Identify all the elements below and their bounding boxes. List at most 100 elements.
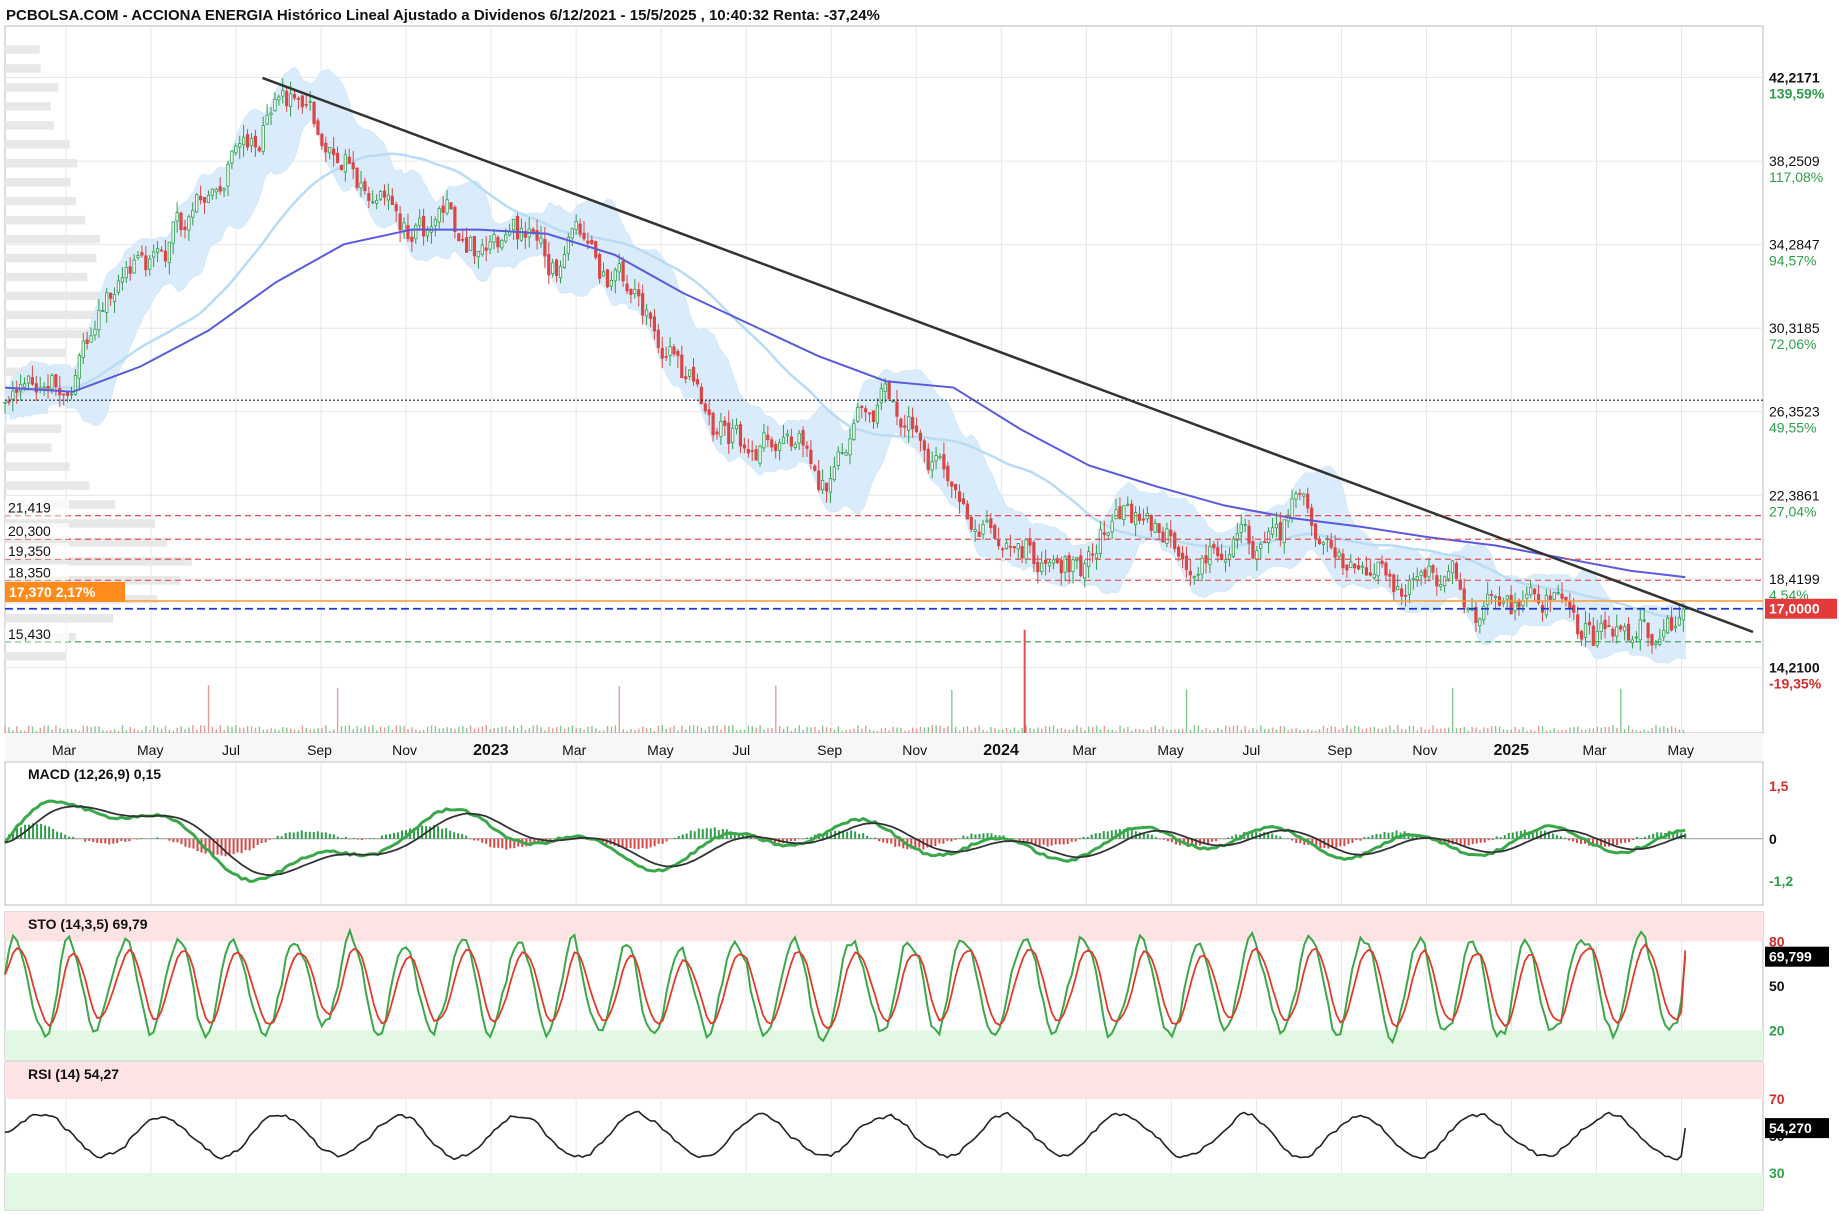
candle-body [672,346,676,355]
volume-bar [133,728,135,733]
candle-body [1654,642,1658,645]
volume-bar [211,726,214,733]
volume-bar [1651,727,1653,733]
volume-bar [1530,729,1532,733]
candle-body [680,354,684,379]
macd-histogram-bar [1499,837,1502,839]
volume-bar [309,729,311,733]
candle-body [511,219,516,230]
candle-body [504,234,508,242]
macd-histogram-bar [982,833,985,839]
level-label: 18,350 [8,564,51,580]
macd-histogram-bar [120,838,123,841]
price-panel: 21,419 20,300 19,350 18,350 15,430 17,370 2,1… [3,25,1837,734]
candle-body [191,209,195,218]
candle-body [1294,493,1298,500]
volume-bar [286,727,288,733]
candle-body [965,503,969,520]
volume-profile-bar [5,614,114,623]
candle-body [1044,559,1048,564]
volume-bar [1635,730,1638,733]
volume-bar [1095,725,1098,733]
volume-bar [1158,729,1160,733]
candle-body [1188,570,1192,576]
volume-bar [1506,729,1509,733]
candle-body [1419,571,1423,576]
candle-body [1153,523,1157,533]
macd-histogram-bar [954,838,957,840]
x-tick-label: Sep [307,742,332,758]
candle-body [1392,574,1396,593]
volume-bar [1025,725,1027,733]
volume-bar [403,725,405,733]
candle-body [261,125,265,152]
candle-body [558,265,563,279]
macd-panel-frame [4,761,1764,906]
candle-body [1372,573,1376,579]
macd-histogram-bar [308,831,311,839]
chart-title: PCBOLSA.COM - ACCIONA ENERGIA Histórico … [6,7,880,24]
volume-bar [1432,725,1434,733]
candle-body [676,351,680,356]
macd-histogram-bar [1487,838,1490,841]
macd-histogram-bar [248,838,251,851]
volume-bar [27,725,30,733]
candle-body [187,216,191,231]
candle-body [766,434,770,440]
volume-bar [1005,727,1008,733]
candle-body [222,187,226,191]
macd-histogram-bar [172,838,175,843]
volume-bar [1099,729,1102,733]
candle-body [1454,563,1458,579]
candle-body [253,135,257,148]
candle-body [1474,607,1478,623]
candle-body [242,136,246,146]
macd-histogram-bar [1162,838,1165,840]
volume-bar [1408,726,1411,733]
macd-histogram-bar [1022,838,1025,841]
x-tick-label: 2023 [473,742,509,759]
candle-body [155,248,160,253]
volume-bar [1440,728,1442,733]
candle-body [1032,542,1036,565]
volume-bar [1037,727,1039,733]
volume-bar [74,729,77,733]
volume-bar [1178,729,1180,733]
macd-histogram-bar [978,833,981,839]
volume-bar [540,727,542,733]
volume-bar [1181,728,1184,733]
volume-bar [908,730,910,733]
macd-histogram-bar [890,838,893,844]
volume-bar [1401,728,1403,733]
volume-bar [1424,729,1426,733]
volume-bar [219,725,221,733]
macd-histogram-bar [1038,838,1041,847]
candle-body [1509,594,1513,615]
volume-bar [376,730,378,733]
volume-bar [1518,729,1520,733]
candle-body [860,405,864,408]
macd-histogram-bar [1571,838,1574,842]
volume-bar [638,728,640,733]
volume-bar [1514,726,1516,733]
macd-histogram-bar [28,824,31,839]
candle-body [1239,524,1243,533]
candle-body [54,374,58,387]
volume-bar [1252,727,1254,733]
macd-histogram-bar [1628,838,1631,843]
volume-bar [516,727,519,733]
volume-bar [943,727,945,733]
macd-histogram-bar [1074,838,1077,842]
macd-histogram-bar [858,833,861,839]
candle-body [328,147,332,154]
volume-bar [1318,729,1321,733]
candle-body [1337,551,1341,557]
volume-profile-bar [5,424,62,433]
volume-bar [184,729,186,733]
volume-bar [571,725,574,733]
macd-histogram-bar [878,838,881,842]
macd-histogram-bar [709,828,712,839]
macd-histogram-bar [1042,838,1045,845]
volume-bar [356,725,358,733]
candle-body [1349,561,1353,568]
